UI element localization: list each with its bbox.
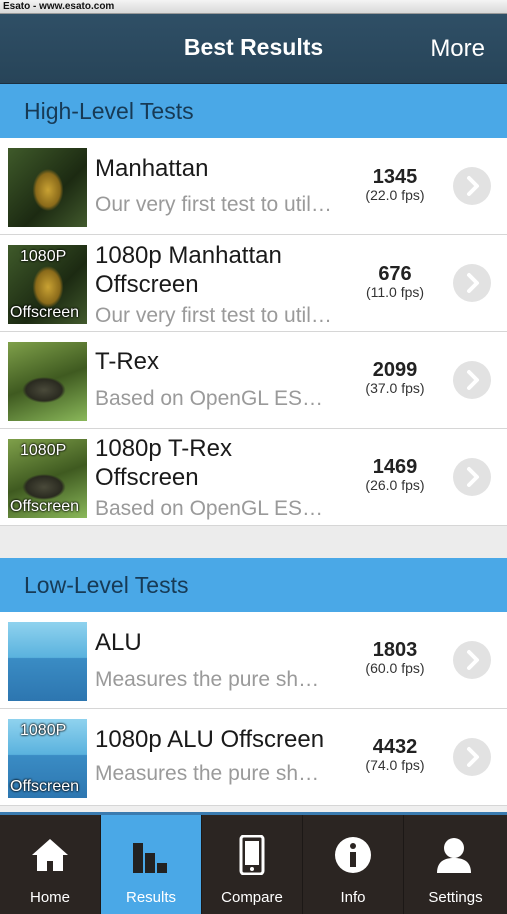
test-row-trex[interactable]: T-Rex Based on OpenGL ES… 2099 (37.0 fps… (0, 332, 507, 429)
test-description: Based on OpenGL ES… (95, 497, 324, 520)
home-icon (32, 839, 68, 871)
test-fps: (26.0 fps) (365, 477, 425, 493)
tab-label: Info (340, 889, 366, 906)
tab-settings[interactable]: Settings (404, 815, 507, 914)
alu-thumbnail (8, 622, 87, 701)
test-description: Our very first test to util… (95, 304, 332, 327)
test-description: Based on OpenGL ES… (95, 387, 324, 410)
results-icon (133, 843, 167, 873)
thumbnail-tag-offscreen: Offscreen (10, 498, 80, 515)
test-fps: (74.0 fps) (365, 757, 425, 773)
thumbnail-tag-resolution: 1080P (20, 248, 67, 265)
tab-label: Home (29, 889, 70, 906)
test-row-alu[interactable]: ALU Measures the pure sh… 1803 (60.0 fps… (0, 612, 507, 709)
manhattan-offscreen-thumbnail: 1080P Offscreen (8, 245, 87, 324)
section-header-high-level: High-Level Tests (0, 84, 507, 138)
manhattan-thumbnail (8, 148, 87, 227)
section-header-low-level: Low-Level Tests (0, 558, 507, 612)
tab-info[interactable]: Info (303, 815, 404, 914)
test-score: 4432 (372, 736, 418, 758)
tab-bar: Home Results Compare Info Settings (0, 812, 507, 914)
test-name: T-Rex (95, 348, 160, 375)
test-name: 1080p Manhattan Offscreen (95, 242, 282, 298)
watermark-text: Esato - www.esato.com (3, 1, 115, 12)
tab-home[interactable]: Home (0, 815, 101, 914)
info-icon (335, 837, 371, 873)
watermark-bar: Esato - www.esato.com (0, 0, 507, 14)
tab-compare[interactable]: Compare (202, 815, 303, 914)
tab-label: Compare (221, 889, 283, 906)
test-score: 1803 (372, 639, 418, 661)
test-row-manhattan[interactable]: Manhattan Our very first test to util… 1… (0, 138, 507, 235)
chevron-right-icon[interactable] (453, 167, 491, 205)
test-name: 1080p ALU Offscreen (95, 726, 325, 753)
test-score: 676 (378, 263, 412, 285)
tab-label: Settings (428, 889, 483, 906)
thumbnail-tag-resolution: 1080P (20, 442, 67, 459)
test-score: 1345 (372, 166, 418, 188)
trex-thumbnail (8, 342, 87, 421)
test-description: Measures the pure sh… (95, 762, 320, 785)
test-fps: (37.0 fps) (365, 380, 425, 396)
test-score: 2099 (372, 359, 418, 381)
navigation-bar: Best Results More (0, 14, 507, 84)
test-name: 1080p T-Rex Offscreen (95, 435, 232, 491)
alu-offscreen-thumbnail: 1080P Offscreen (8, 719, 87, 798)
chevron-right-icon[interactable] (453, 264, 491, 302)
test-description: Measures the pure sh… (95, 668, 320, 691)
test-row-1080p-trex-offscreen[interactable]: 1080P Offscreen 1080p T-Rex Offscreen Ba… (0, 429, 507, 526)
test-description: Our very first test to util… (95, 193, 332, 216)
test-name: Manhattan (95, 155, 209, 182)
trex-offscreen-thumbnail: 1080P Offscreen (8, 439, 87, 518)
compare-icon (239, 835, 265, 875)
more-button[interactable]: More (430, 35, 485, 63)
thumbnail-tag-resolution: 1080P (20, 722, 67, 739)
chevron-right-icon[interactable] (453, 361, 491, 399)
test-name: ALU (95, 629, 142, 656)
settings-icon (437, 838, 471, 873)
test-fps: (22.0 fps) (365, 187, 425, 203)
thumbnail-tag-offscreen: Offscreen (10, 778, 80, 795)
test-row-1080p-manhattan-offscreen[interactable]: 1080P Offscreen 1080p Manhattan Offscree… (0, 235, 507, 332)
tab-results[interactable]: Results (101, 815, 202, 914)
chevron-right-icon[interactable] (453, 738, 491, 776)
thumbnail-tag-offscreen: Offscreen (10, 304, 80, 321)
tab-label: Results (125, 889, 177, 906)
test-fps: (11.0 fps) (365, 284, 425, 300)
section-spacer (0, 526, 507, 558)
test-score: 1469 (372, 456, 418, 478)
chevron-right-icon[interactable] (453, 641, 491, 679)
chevron-right-icon[interactable] (453, 458, 491, 496)
test-fps: (60.0 fps) (365, 660, 425, 676)
test-row-1080p-alu-offscreen[interactable]: 1080P Offscreen 1080p ALU Offscreen Meas… (0, 709, 507, 806)
